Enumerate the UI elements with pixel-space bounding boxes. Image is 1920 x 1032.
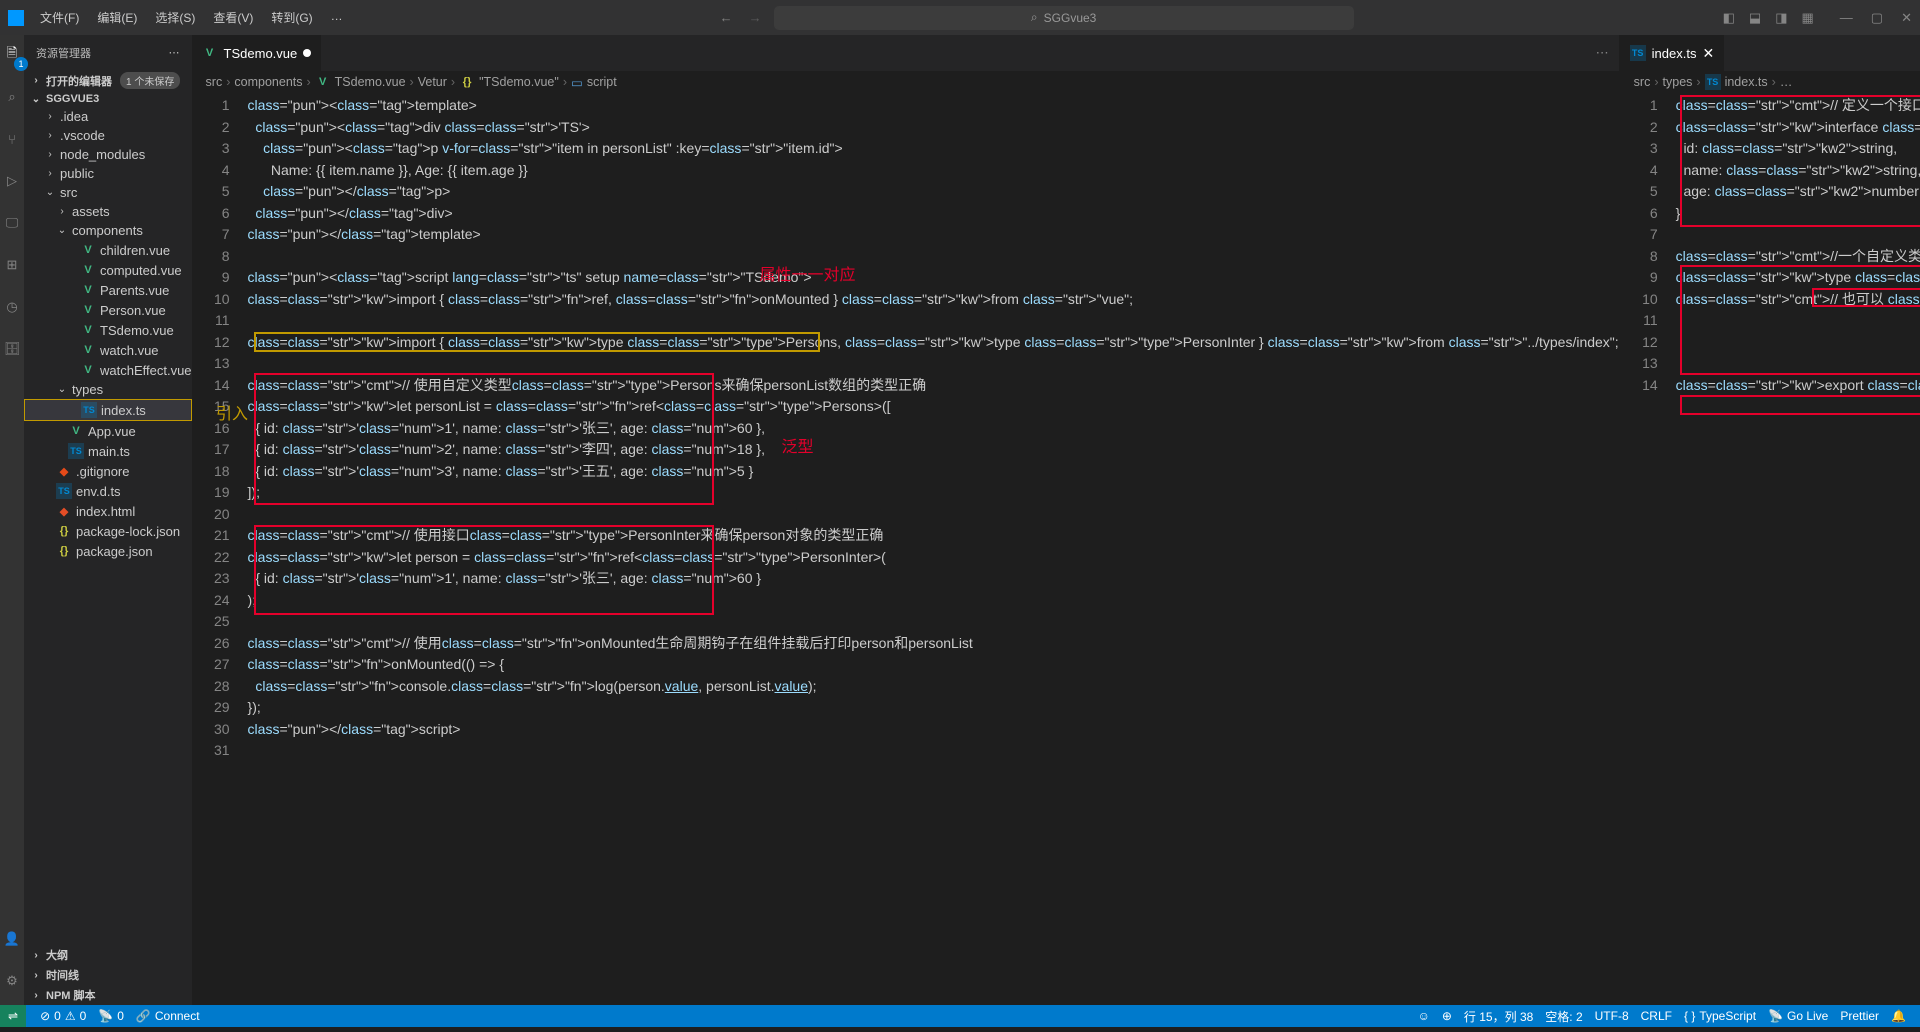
folder-node-modules[interactable]: ›node_modules (24, 145, 192, 164)
file-watcheffect-vue[interactable]: VwatchEffect.vue (24, 360, 192, 380)
file-tsdemo-vue[interactable]: VTSdemo.vue (24, 320, 192, 340)
npm-scripts-header[interactable]: ›NPM 脚本 (24, 985, 192, 1005)
file-main-ts[interactable]: TSmain.ts (24, 441, 192, 461)
activity-scm-icon[interactable]: ⑂ (0, 127, 24, 151)
unsaved-badge: 1 个未保存 (120, 72, 180, 89)
status-bell[interactable]: 🔔 (1885, 1008, 1912, 1025)
tabs-left: V TSdemo.vue ⋯ (192, 35, 1619, 71)
breadcrumbs-right[interactable]: src› types› TSindex.ts› … (1620, 71, 1920, 93)
status-cursor[interactable]: 行 15，列 38 (1458, 1008, 1539, 1025)
status-golive[interactable]: 📡 Go Live (1762, 1008, 1834, 1025)
file-app-vue[interactable]: VApp.vue (24, 421, 192, 441)
ts-file-icon: TS (1630, 45, 1646, 61)
layout-sidebar-right-icon[interactable]: ◨ (1775, 10, 1787, 26)
file-package-json[interactable]: {}package.json (24, 541, 192, 561)
layout-panel-icon[interactable]: ⬓ (1749, 10, 1761, 26)
menu-go[interactable]: 转到(G) (263, 5, 320, 30)
sidebar-title: 资源管理器 (36, 45, 91, 61)
folder-src[interactable]: ⌄src (24, 183, 192, 202)
code-editor-right[interactable]: 1234567891011121314 class=class="str">"c… (1620, 93, 1920, 1005)
nav-back-icon[interactable]: ← (720, 10, 733, 25)
close-icon[interactable]: ✕ (1702, 45, 1714, 62)
menu-select[interactable]: 选择(S) (147, 5, 203, 30)
command-center-text: SGGvue3 (1044, 11, 1097, 25)
menu-edit[interactable]: 编辑(E) (89, 5, 145, 30)
menu-more[interactable]: … (323, 5, 351, 30)
status-errors[interactable]: ⊘ 0 ⚠ 0 (34, 1009, 92, 1023)
command-center[interactable]: ⌕ SGGvue3 (774, 6, 1354, 30)
status-remote[interactable]: ⇌ (0, 1005, 26, 1027)
vue-file-icon: V (202, 45, 218, 61)
outline-header[interactable]: ›大纲 (24, 945, 192, 965)
titlebar: 文件(F) 编辑(E) 选择(S) 查看(V) 转到(G) … ← → ⌕ SG… (0, 0, 1920, 35)
folder-assets[interactable]: ›assets (24, 202, 192, 221)
editor-pane-left: V TSdemo.vue ⋯ src› components› VTSdemo.… (192, 35, 1620, 1005)
file-gitignore[interactable]: ◆.gitignore (24, 461, 192, 481)
modified-indicator-icon (303, 49, 311, 57)
status-prettier[interactable]: Prettier (1834, 1008, 1885, 1025)
status-bar: ⇌ ⊘ 0 ⚠ 0 📡 0 🔗 Connect ☺ ⊕ 行 15，列 38 空格… (0, 1005, 1920, 1027)
folder-types[interactable]: ⌄types (24, 380, 192, 399)
activity-database-icon[interactable]: 🗄 (0, 337, 24, 361)
menu-view[interactable]: 查看(V) (205, 5, 261, 30)
file-computed-vue[interactable]: Vcomputed.vue (24, 260, 192, 280)
sidebar-more-icon[interactable]: ⋯ (169, 46, 180, 59)
folder-components[interactable]: ⌄components (24, 221, 192, 240)
file-person-vue[interactable]: VPerson.vue (24, 300, 192, 320)
window-close-icon[interactable]: ✕ (1901, 10, 1912, 26)
activity-debug-icon[interactable]: ▷ (0, 169, 24, 193)
status-eol[interactable]: CRLF (1635, 1008, 1678, 1025)
layout-customize-icon[interactable]: ▦ (1802, 10, 1814, 26)
vscode-icon (8, 10, 24, 26)
activity-account-icon[interactable]: 👤 (0, 927, 24, 951)
tabs-right: TS index.ts ✕ ▷ ◫ ⋯ (1620, 35, 1920, 71)
menu-file[interactable]: 文件(F) (32, 5, 87, 30)
timeline-header[interactable]: ›时间线 (24, 965, 192, 985)
status-connect[interactable]: 🔗 Connect (130, 1009, 206, 1023)
sidebar: 资源管理器 ⋯ › 打开的编辑器 1 个未保存 ⌄ SGGVUE3 ›.idea… (24, 35, 192, 1005)
activity-settings-icon[interactable]: ⚙ (0, 969, 24, 993)
file-index-html[interactable]: ◆index.html (24, 501, 192, 521)
status-port[interactable]: 📡 0 (92, 1009, 130, 1023)
activity-search-icon[interactable]: ⌕ (0, 85, 24, 109)
window-maximize-icon[interactable]: ▢ (1871, 10, 1883, 26)
file-parents-vue[interactable]: VParents.vue (24, 280, 192, 300)
file-index-ts[interactable]: TSindex.ts (24, 399, 192, 421)
status-spaces[interactable]: 空格: 2 (1539, 1008, 1588, 1025)
status-encoding[interactable]: UTF-8 (1589, 1008, 1635, 1025)
file-package-lock[interactable]: {}package-lock.json (24, 521, 192, 541)
window-minimize-icon[interactable]: — (1840, 10, 1853, 26)
status-zoom[interactable]: ⊕ (1436, 1008, 1458, 1025)
chevron-right-icon: › (30, 75, 42, 86)
menu-bar: 文件(F) 编辑(E) 选择(S) 查看(V) 转到(G) … (32, 5, 351, 30)
editor-more-icon[interactable]: ⋯ (1596, 45, 1609, 61)
activity-testing-icon[interactable]: ◷ (0, 295, 24, 319)
nav-forward-icon[interactable]: → (749, 10, 762, 25)
explorer-badge: 1 (14, 57, 28, 71)
activity-explorer-icon[interactable]: 🗎1 (0, 43, 24, 67)
folder-idea[interactable]: ›.idea (24, 107, 192, 126)
activity-extensions-icon[interactable]: ⊞ (0, 253, 24, 277)
sidebar-header: 资源管理器 ⋯ (24, 35, 192, 70)
chevron-down-icon: ⌄ (30, 94, 42, 105)
project-header[interactable]: ⌄ SGGVUE3 (24, 91, 192, 107)
code-editor-left[interactable]: 1234567891011121314151617181920212223242… (192, 93, 1619, 1005)
tab-tsdemo[interactable]: V TSdemo.vue (192, 35, 322, 71)
editor-area: V TSdemo.vue ⋯ src› components› VTSdemo.… (192, 35, 1920, 1005)
open-editors-header[interactable]: › 打开的编辑器 1 个未保存 (24, 70, 192, 91)
tab-index-ts[interactable]: TS index.ts ✕ (1620, 35, 1725, 71)
editor-pane-right: TS index.ts ✕ ▷ ◫ ⋯ src› types› TSindex.… (1620, 35, 1920, 1005)
status-feedback[interactable]: ☺ (1412, 1008, 1436, 1025)
status-lang[interactable]: { } TypeScript (1678, 1008, 1762, 1025)
breadcrumbs-left[interactable]: src› components› VTSdemo.vue› Vetur› {}"… (192, 71, 1619, 93)
activity-remote-icon[interactable]: 🖵 (0, 211, 24, 235)
folder-vscode[interactable]: ›.vscode (24, 126, 192, 145)
file-children-vue[interactable]: Vchildren.vue (24, 240, 192, 260)
file-watch-vue[interactable]: Vwatch.vue (24, 340, 192, 360)
layout-sidebar-left-icon[interactable]: ◧ (1723, 10, 1735, 26)
folder-public[interactable]: ›public (24, 164, 192, 183)
file-envd-ts[interactable]: TSenv.d.ts (24, 481, 192, 501)
activity-bar: 🗎1 ⌕ ⑂ ▷ 🖵 ⊞ ◷ 🗄 👤 ⚙ (0, 35, 24, 1005)
search-icon: ⌕ (1031, 10, 1038, 25)
